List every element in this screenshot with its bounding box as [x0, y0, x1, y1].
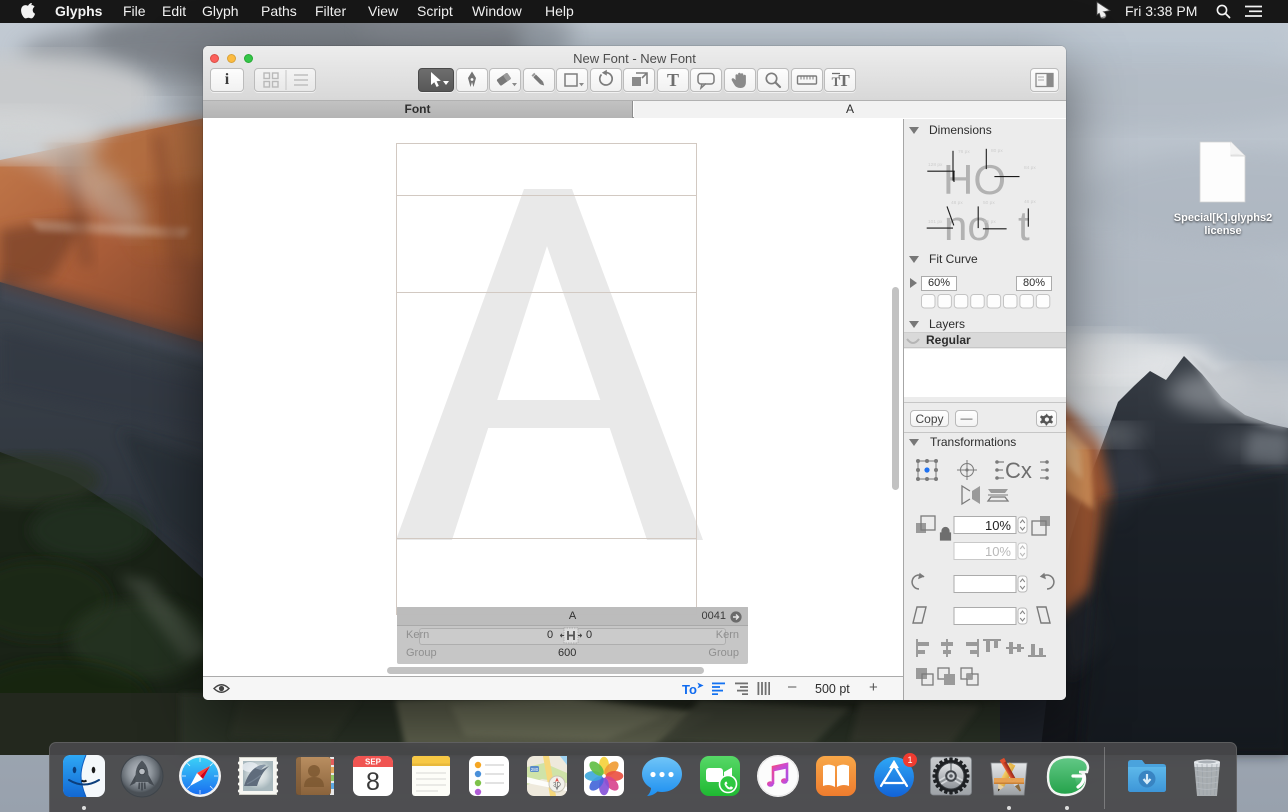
svg-text:101 px: 101 px — [928, 219, 943, 225]
svg-text:128 px: 128 px — [928, 162, 943, 168]
svg-text:84 px: 84 px — [1024, 165, 1036, 171]
svg-text:3D: 3D — [553, 783, 561, 789]
svg-text:8: 8 — [366, 768, 380, 796]
svg-text:T: T — [667, 70, 679, 90]
svg-text:10%: 10% — [985, 544, 1011, 559]
svg-text:Cx: Cx — [1005, 458, 1032, 483]
svg-text:85 px: 85 px — [984, 219, 996, 225]
svg-text:SEP: SEP — [365, 758, 382, 767]
svg-text:80 px: 80 px — [991, 148, 1003, 154]
svg-text:no: no — [944, 202, 991, 249]
svg-text:10%: 10% — [985, 518, 1011, 533]
svg-text:76 px: 76 px — [958, 149, 970, 155]
svg-text:50 px: 50 px — [983, 200, 995, 206]
svg-text:280: 280 — [530, 767, 538, 772]
svg-text:46 px: 46 px — [1024, 199, 1036, 205]
svg-text:T: T — [838, 71, 850, 90]
svg-text:1: 1 — [907, 755, 912, 765]
svg-text:48 px: 48 px — [951, 200, 963, 206]
